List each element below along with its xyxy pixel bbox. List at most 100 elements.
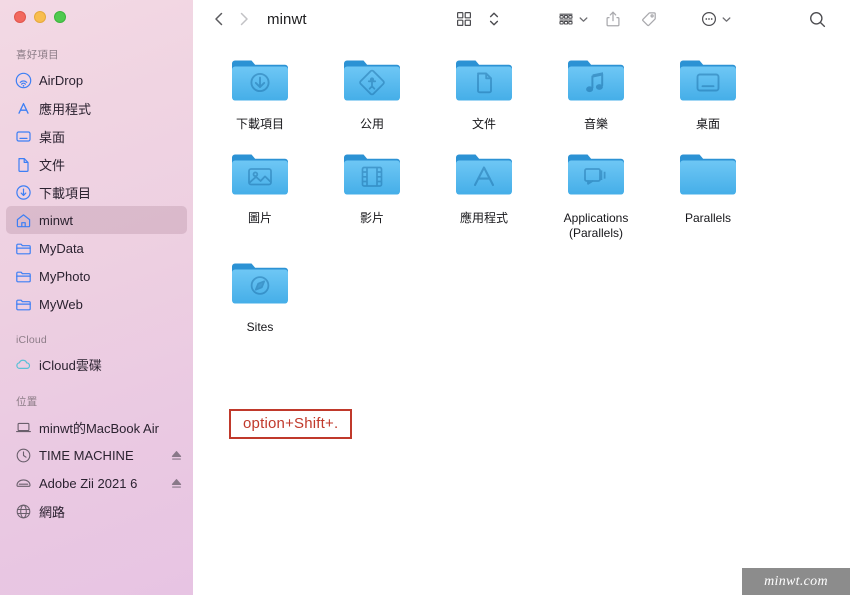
home-icon — [15, 212, 32, 229]
sidebar-item-label: MyPhoto — [39, 268, 91, 284]
sidebar-item-label: TIME MACHINE — [39, 447, 134, 463]
main-content: minwt 下載項目 公用 文件 音樂 桌面 圖片 影片 應用程式 Applic… — [193, 0, 850, 595]
sidebar-section-header-locations: 位置 — [16, 396, 38, 408]
file-label: 桌面 — [695, 117, 720, 131]
sidebar-item-macbook-air[interactable]: minwt的MacBook Air — [6, 413, 187, 441]
desktop-icon — [15, 128, 32, 145]
sidebar-item-label: MyData — [39, 240, 84, 256]
maximize-button[interactable] — [54, 11, 66, 23]
file-label: 公用 — [359, 117, 384, 131]
file-grid: 下載項目 公用 文件 音樂 桌面 圖片 影片 應用程式 Applications… — [204, 38, 850, 335]
sidebar-item-label: MyWeb — [39, 296, 83, 312]
applications-icon — [15, 100, 32, 117]
minimize-button[interactable] — [34, 11, 46, 23]
icon-view-grid-icon[interactable] — [449, 6, 479, 32]
sidebar-item-airdrop[interactable]: AirDrop — [6, 66, 187, 94]
file-item[interactable]: 影片 — [316, 150, 428, 241]
file-item[interactable]: 應用程式 — [428, 150, 540, 241]
file-label: 下載項目 — [235, 117, 284, 131]
sidebar-item-desktop[interactable]: 桌面 — [6, 122, 187, 150]
sidebar-item-adobe-zii[interactable]: Adobe Zii 2021 6 — [6, 469, 187, 497]
sidebar-item-label: AirDrop — [39, 72, 84, 88]
file-label: Sites — [246, 320, 274, 334]
finder-window: 喜好項目 AirDrop 應用程式 桌面 文件 下載項目 minwt MyDat… — [0, 0, 850, 595]
up-down-stepper-icon[interactable] — [479, 6, 509, 32]
file-item[interactable]: 公用 — [316, 56, 428, 132]
time-machine-icon — [15, 447, 32, 464]
folder-sites-icon — [228, 259, 292, 315]
folder-icon — [15, 268, 32, 285]
sidebar-item-label: minwt — [39, 212, 73, 228]
file-label: 影片 — [359, 211, 384, 225]
sidebar-item-myweb[interactable]: MyWeb — [6, 290, 187, 318]
sidebar-item-label: minwt的MacBook Air — [39, 420, 159, 436]
file-item[interactable]: Parallels — [652, 150, 764, 241]
chevron-down-icon[interactable] — [720, 6, 733, 32]
sidebar-item-label: iCloud雲碟 — [39, 357, 102, 373]
sidebar-item-mydata[interactable]: MyData — [6, 234, 187, 262]
sidebar-item-documents[interactable]: 文件 — [6, 150, 187, 178]
sidebar-item-network[interactable]: 網路 — [6, 497, 187, 525]
file-item[interactable]: 文件 — [428, 56, 540, 132]
folder-icon — [15, 296, 32, 313]
disk-image-icon — [15, 475, 32, 492]
sidebar-item-label: 應用程式 — [39, 101, 92, 117]
file-item[interactable]: 桌面 — [652, 56, 764, 132]
folder-icon — [15, 240, 32, 257]
share-icon[interactable] — [598, 6, 628, 32]
sidebar-section-header-favorites: 喜好項目 — [16, 49, 59, 61]
sidebar: 喜好項目 AirDrop 應用程式 桌面 文件 下載項目 minwt MyDat… — [0, 0, 193, 595]
eject-icon[interactable] — [170, 449, 183, 462]
network-globe-icon — [15, 503, 32, 520]
folder-documents-icon — [452, 56, 516, 112]
document-icon — [15, 156, 32, 173]
watermark: minwt.com — [742, 568, 850, 595]
file-item[interactable]: 圖片 — [204, 150, 316, 241]
folder-downloads-icon — [228, 56, 292, 112]
folder-movies-icon — [340, 150, 404, 206]
folder-parallels-apps-icon — [564, 150, 628, 206]
sidebar-item-minwt[interactable]: minwt — [6, 206, 187, 234]
window-controls — [0, 0, 193, 34]
tag-icon[interactable] — [634, 6, 664, 32]
search-icon[interactable] — [802, 6, 832, 32]
sidebar-item-label: Adobe Zii 2021 6 — [39, 475, 138, 491]
sidebar-item-myphoto[interactable]: MyPhoto — [6, 262, 187, 290]
chevron-down-icon[interactable] — [577, 6, 590, 32]
sidebar-item-label: 文件 — [39, 157, 66, 173]
icloud-icon — [15, 356, 32, 373]
file-item[interactable]: Applications (Parallels) — [540, 150, 652, 241]
folder-music-icon — [564, 56, 628, 112]
laptop-icon — [15, 419, 32, 436]
sidebar-item-time-machine[interactable]: TIME MACHINE — [6, 441, 187, 469]
back-button[interactable] — [207, 6, 231, 32]
airdrop-icon — [15, 72, 32, 89]
file-label: 文件 — [471, 117, 496, 131]
folder-public-icon — [340, 56, 404, 112]
sidebar-item-icloud-drive[interactable]: iCloud雲碟 — [6, 350, 187, 378]
file-item[interactable]: 音樂 — [540, 56, 652, 132]
close-button[interactable] — [14, 11, 26, 23]
sidebar-item-label: 網路 — [39, 504, 66, 520]
file-item[interactable]: Sites — [204, 259, 316, 335]
sidebar-section-header-icloud: iCloud — [16, 334, 47, 346]
sidebar-item-label: 桌面 — [39, 129, 66, 145]
toolbar: minwt — [193, 0, 850, 38]
annotation-callout: option+Shift+. — [229, 409, 353, 439]
eject-icon[interactable] — [170, 477, 183, 490]
page-title: minwt — [267, 10, 307, 28]
folder-desktop-icon — [676, 56, 740, 112]
downloads-icon — [15, 184, 32, 201]
forward-button[interactable] — [231, 6, 255, 32]
sidebar-item-label: 下載項目 — [39, 185, 92, 201]
file-label: 音樂 — [583, 117, 608, 131]
file-label: 應用程式 — [459, 211, 508, 225]
sidebar-item-downloads[interactable]: 下載項目 — [6, 178, 187, 206]
folder-plain-icon — [676, 150, 740, 206]
file-label: Parallels — [684, 211, 732, 225]
sidebar-item-applications[interactable]: 應用程式 — [6, 94, 187, 122]
file-label: Applications (Parallels) — [563, 211, 629, 240]
folder-pictures-icon — [228, 150, 292, 206]
folder-applications-icon — [452, 150, 516, 206]
file-item[interactable]: 下載項目 — [204, 56, 316, 132]
